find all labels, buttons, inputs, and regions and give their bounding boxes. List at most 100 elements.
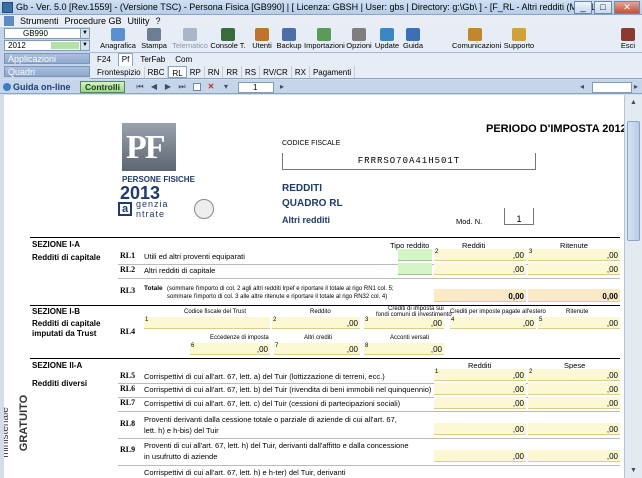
- tab-quadro-frontespizio[interactable]: Frontespizio: [94, 66, 145, 78]
- tab-quadro-rl[interactable]: RL: [168, 66, 187, 78]
- rl6-redditi-field[interactable]: ,00: [434, 383, 526, 395]
- tab-quadro-rn[interactable]: RN: [205, 66, 224, 78]
- rl7-redditi-field[interactable]: ,00: [434, 397, 526, 409]
- toolbar: Anagrafica Stampa Telematico Console T. Uten…: [90, 27, 642, 53]
- tab-quadro-rs[interactable]: RS: [242, 66, 261, 78]
- toolbar-update-button[interactable]: Update: [374, 28, 400, 52]
- scroll-down-icon[interactable]: ▼: [627, 465, 640, 476]
- toolbar-importazioni-button[interactable]: Importazioni: [304, 28, 345, 52]
- menu-strumenti[interactable]: Strumenti: [20, 15, 59, 27]
- next-page-icon[interactable]: ▶: [164, 83, 172, 91]
- vertical-scrollbar[interactable]: ▲ ▼: [624, 95, 642, 478]
- rl4-altri-field[interactable]: 7,00: [274, 343, 360, 355]
- toolbar-backup-button[interactable]: Backup: [276, 28, 302, 52]
- tab-quadro-pagamenti[interactable]: Pagamenti: [310, 66, 356, 78]
- rl4-header-eccedenze: Eccedenze di imposta: [210, 335, 269, 341]
- field-value: ,00: [522, 319, 534, 328]
- field-value: ,00: [606, 319, 618, 328]
- minimize-button[interactable]: _: [574, 1, 592, 14]
- mod-n-field[interactable]: 1: [504, 208, 534, 225]
- tab-quadro-rp[interactable]: RP: [187, 66, 205, 78]
- toolbar-comunicazioni-button[interactable]: Comunicazioni: [452, 28, 501, 52]
- divider: [118, 278, 620, 279]
- rl2-redditi-field[interactable]: ,00: [434, 263, 526, 275]
- delete-page-icon[interactable]: ✕: [207, 83, 215, 91]
- rl1-redditi-field[interactable]: 2,00: [434, 249, 526, 261]
- rl9-redditi-field[interactable]: ,00: [434, 450, 526, 462]
- tab-f24[interactable]: F24: [94, 53, 114, 66]
- prev-page-icon[interactable]: ◀: [150, 83, 158, 91]
- toolbar-guida-button[interactable]: Guida: [402, 28, 424, 52]
- zoom-right-icon[interactable]: ▸: [632, 83, 640, 91]
- menu-utility[interactable]: Utility: [128, 15, 150, 27]
- tab-pf[interactable]: Pf: [117, 53, 134, 66]
- controlli-button[interactable]: Controlli: [80, 81, 125, 93]
- zoom-field[interactable]: [592, 82, 632, 93]
- toolbar-utenti-button[interactable]: Utenti: [250, 28, 274, 52]
- tab-quadro-rr[interactable]: RR: [223, 66, 242, 78]
- rl4-ritenute-field[interactable]: 5,00: [538, 317, 620, 329]
- rl8-spese-field[interactable]: ,00: [528, 423, 620, 435]
- tab-terfab[interactable]: TerFab: [137, 53, 168, 66]
- rl8-redditi-field[interactable]: ,00: [434, 423, 526, 435]
- page-up-icon[interactable]: ▸: [278, 83, 286, 91]
- rl4-crediti-field[interactable]: 3,00: [364, 317, 444, 329]
- menu-help[interactable]: ?: [156, 15, 161, 27]
- toolbar-label: Console T.: [210, 41, 246, 50]
- sezione-1b-subtitle2: imputati da Trust: [32, 329, 97, 338]
- page-down-icon[interactable]: ▾: [222, 83, 230, 91]
- rl4-cf-field[interactable]: 1: [144, 317, 270, 329]
- col-num: 6: [191, 343, 195, 349]
- guida-online-link[interactable]: Guida on-line: [13, 81, 71, 93]
- toolbar-supporto-button[interactable]: Supporto: [502, 28, 536, 52]
- toolbar-label: Opzioni: [346, 41, 372, 50]
- tab-quadro-rbc[interactable]: RBC: [145, 66, 169, 78]
- rl1-tipo-field[interactable]: [398, 249, 432, 261]
- year-select[interactable]: 2012 ▼: [4, 40, 90, 51]
- menu-app-icon[interactable]: [4, 16, 14, 26]
- toolbar-esci-button[interactable]: Esci: [618, 28, 638, 52]
- divider: [118, 438, 620, 439]
- menu-procedure-gb[interactable]: Procedure GB: [65, 15, 122, 27]
- chevron-down-icon[interactable]: ▼: [80, 41, 89, 50]
- rl6-spese-field[interactable]: ,00: [528, 383, 620, 395]
- quadri-dropdown[interactable]: Quadri: [4, 66, 90, 77]
- id-card-icon: [111, 28, 125, 41]
- first-page-icon[interactable]: ⏮: [136, 83, 144, 91]
- rl4-reddito-field[interactable]: 2,00: [272, 317, 360, 329]
- zoom-left-icon[interactable]: ◂: [578, 83, 586, 91]
- rl5-spese-field[interactable]: 2,00: [528, 369, 620, 381]
- rl4-acconti-field[interactable]: 8,00: [364, 343, 444, 355]
- rl5-redditi-field[interactable]: 1,00: [434, 369, 526, 381]
- close-button[interactable]: ✕: [614, 1, 640, 14]
- chevron-down-icon[interactable]: ▼: [80, 29, 89, 38]
- rl3-code: RL3: [120, 286, 136, 295]
- field-value: ,00: [606, 452, 618, 461]
- field-value: 0,00: [508, 292, 524, 301]
- maximize-button[interactable]: □: [594, 1, 612, 14]
- toolbar-stampa-button[interactable]: Stampa: [140, 28, 168, 52]
- last-page-icon[interactable]: ⏭: [178, 83, 186, 91]
- page-number-field[interactable]: 1: [238, 82, 274, 93]
- applicazioni-dropdown[interactable]: Applicazioni: [4, 53, 90, 64]
- toolbar-anagrafica-button[interactable]: Anagrafica: [100, 28, 136, 52]
- rl9-spese-field[interactable]: ,00: [528, 450, 620, 462]
- rl4-eccedenze-field[interactable]: 6,00: [190, 343, 270, 355]
- module-select[interactable]: GB990 ▼: [4, 28, 90, 39]
- toolbar-telematico-button[interactable]: Telematico: [172, 28, 208, 52]
- codice-fiscale-field[interactable]: FRRRSO70A41H501T: [282, 153, 536, 170]
- scroll-thumb[interactable]: [627, 121, 640, 241]
- toolbar-console-t-button[interactable]: Console T.: [210, 28, 246, 52]
- tab-quadro-rv-cr[interactable]: RV/CR: [260, 66, 292, 78]
- rl1-ritenute-field[interactable]: 3,00: [528, 249, 620, 261]
- rl2-tipo-field[interactable]: [398, 263, 432, 275]
- scroll-up-icon[interactable]: ▲: [627, 97, 640, 108]
- quadri-label: Quadri: [8, 67, 36, 77]
- toolbar-opzioni-button[interactable]: Opzioni: [346, 28, 372, 52]
- rl7-spese-field[interactable]: ,00: [528, 397, 620, 409]
- rl4-estero-field[interactable]: 4,00: [450, 317, 536, 329]
- new-page-icon[interactable]: [193, 83, 201, 91]
- tab-com[interactable]: Com: [172, 53, 195, 66]
- tab-quadro-rx[interactable]: RX: [292, 66, 310, 78]
- rl2-ritenute-field[interactable]: ,00: [528, 263, 620, 275]
